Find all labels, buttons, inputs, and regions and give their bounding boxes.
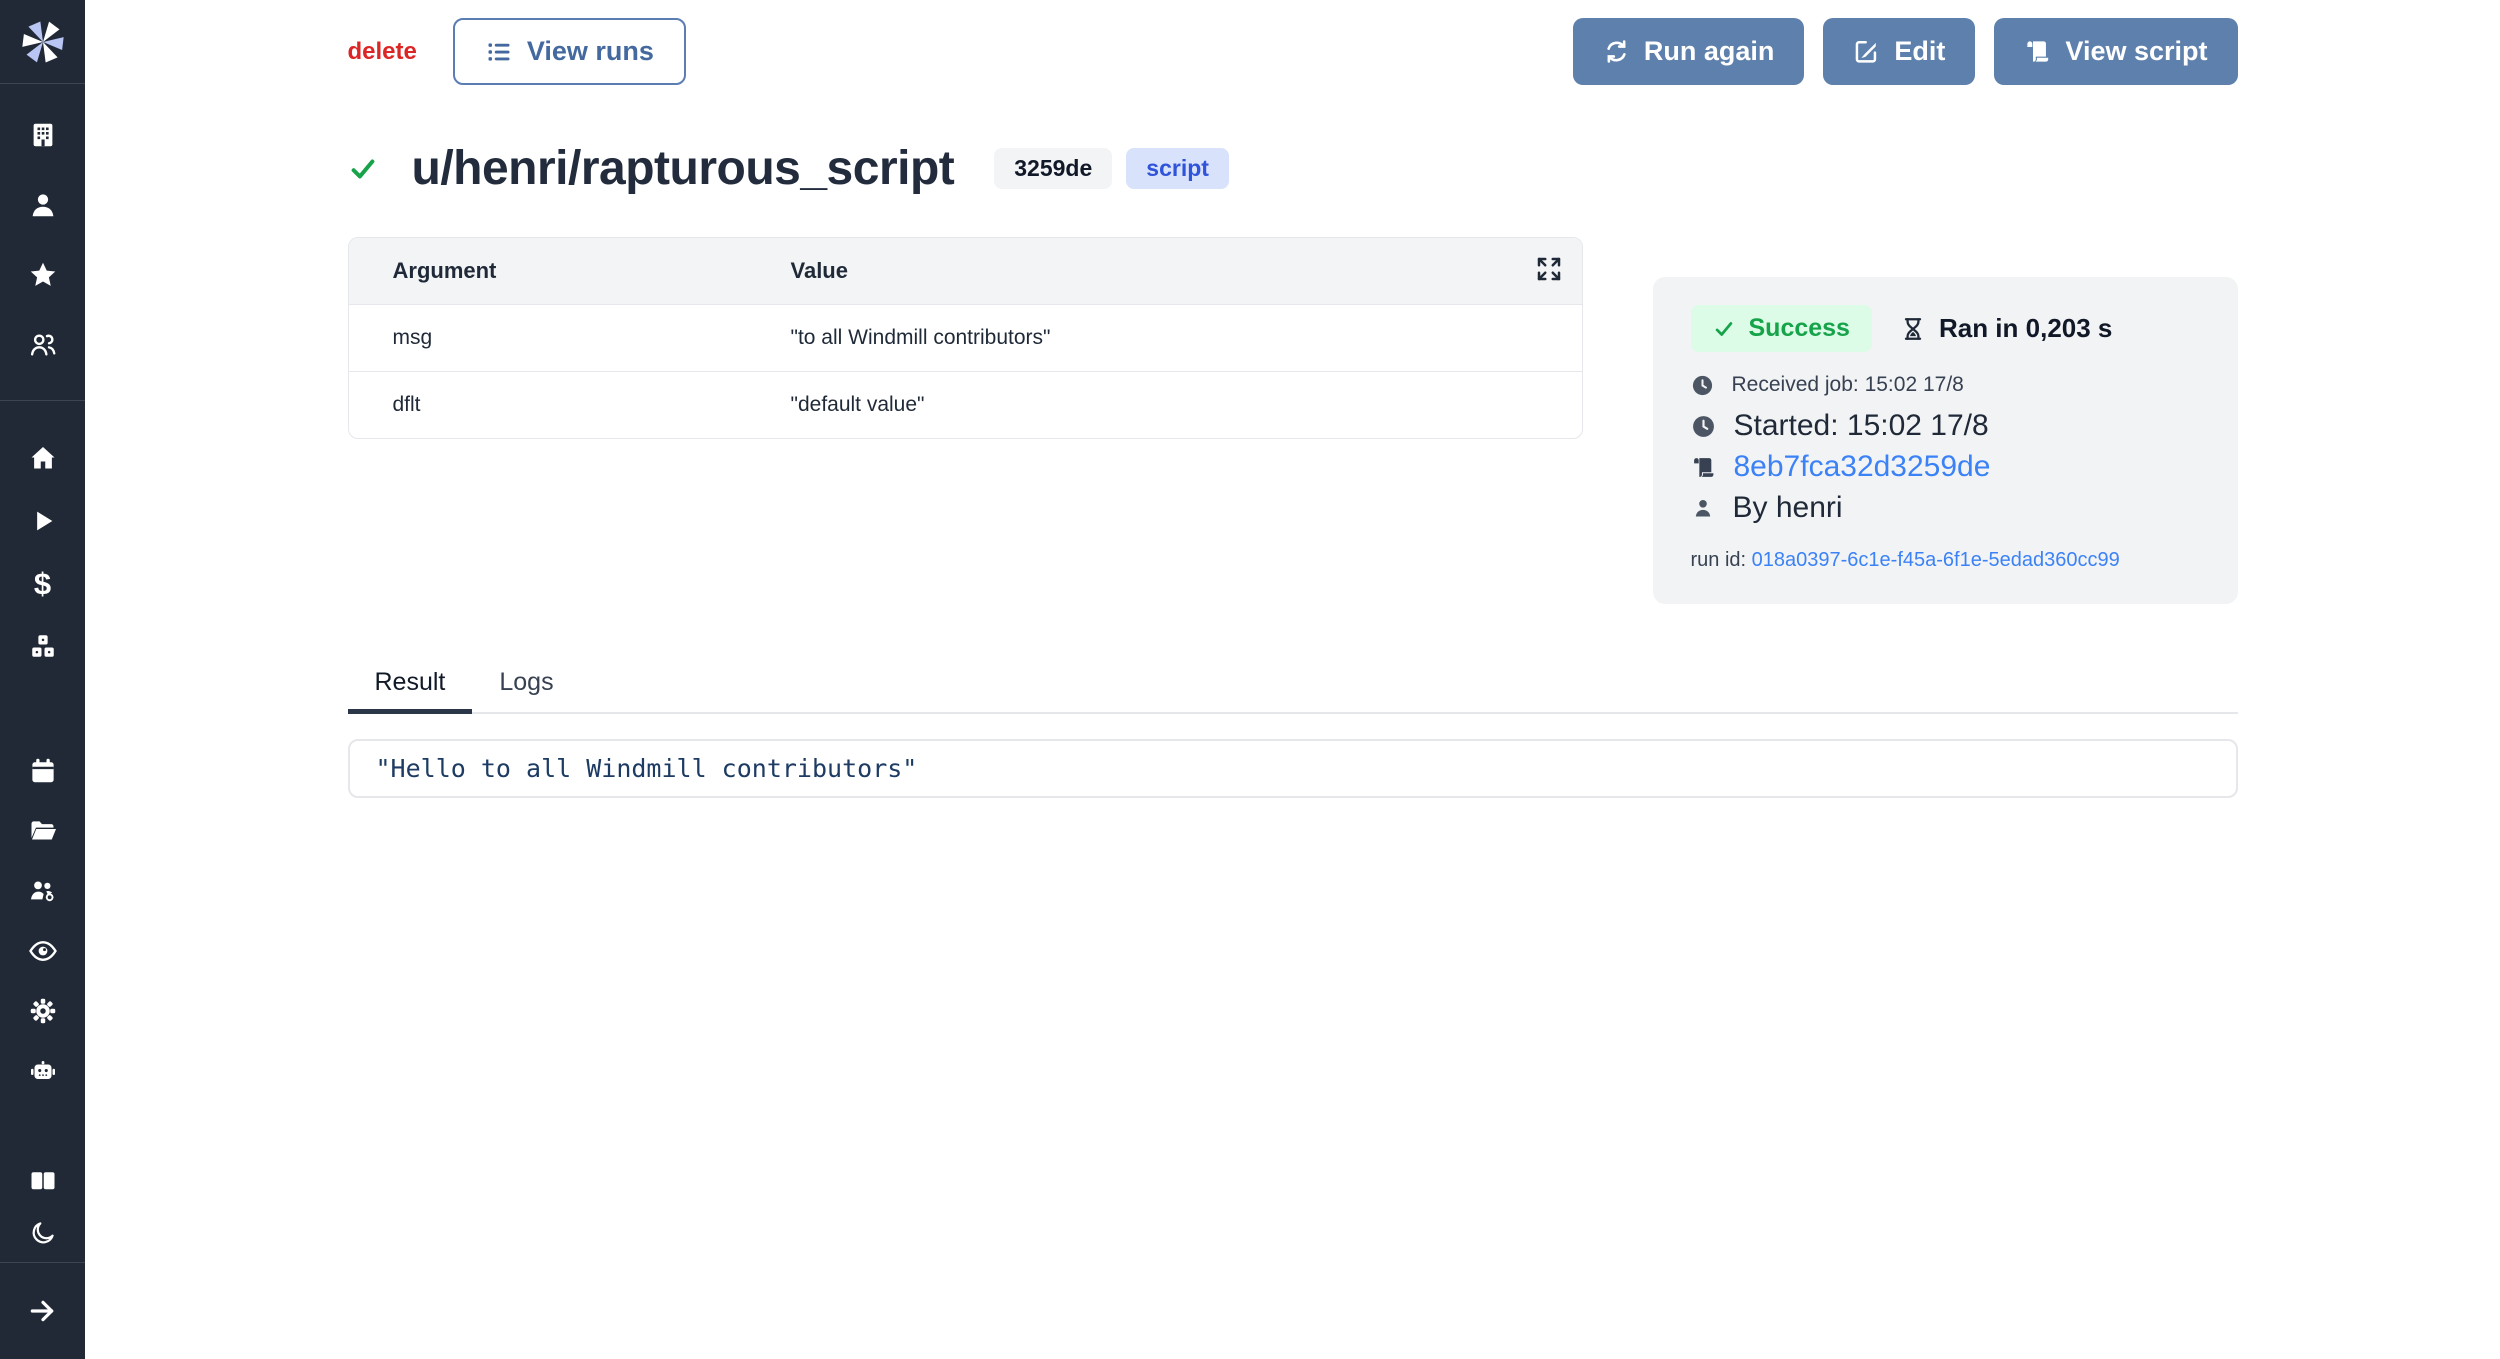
run-again-button[interactable]: Run again [1573,18,1805,85]
sidebar-item-docs[interactable] [28,1166,58,1196]
tab-logs[interactable]: Logs [472,668,580,712]
sidebar-item-workers[interactable] [28,1056,58,1086]
user-icon [28,190,58,220]
argument-name: dflt [349,372,747,439]
moon-icon [29,1219,57,1247]
page-title: u/henri/rapturous_script [412,141,955,196]
result-output: "Hello to all Windmill contributors" [348,739,2238,798]
edit-button[interactable]: Edit [1823,18,1975,85]
view-script-button[interactable]: View script [1994,18,2237,85]
users-icon [28,330,58,360]
sidebar-item-favorites[interactable] [28,260,58,290]
view-runs-button[interactable]: View runs [453,18,686,85]
app-window: $ [0,0,2500,1359]
building-icon [28,120,58,150]
sidebar-item-settings[interactable] [28,996,58,1026]
calendar-icon [28,756,58,786]
hourglass-icon [1900,316,1926,342]
run-id-label: run id: [1691,549,1747,571]
by-row: By henri [1691,491,2200,525]
clock-icon [1691,414,1716,439]
sidebar-item-home[interactable] [28,443,58,473]
argument-value: "default value" [747,372,1582,439]
check-icon [348,154,378,184]
expand-button[interactable] [1534,254,1564,290]
sidebar-group-admin [0,662,85,1086]
result-tabs: Result Logs [348,668,2238,714]
edit-icon [1853,38,1880,65]
started-row: Started: 15:02 17/8 [1691,409,2200,443]
delete-button[interactable]: delete [348,38,417,66]
check-icon [1713,318,1735,340]
person-icon [1691,496,1715,520]
expand-icon [1534,254,1564,284]
dollar-icon: $ [34,569,51,599]
job-hash-link[interactable]: 8eb7fca32d3259de [1734,450,1991,484]
sidebar-item-user[interactable] [28,190,58,220]
sidebar-item-groups[interactable] [28,876,58,906]
run-id-row: run id: 018a0397-6c1e-f45a-6f1e-5edad360… [1691,549,2200,572]
scroll-icon [1691,455,1716,480]
windmill-logo-icon [17,16,69,68]
home-icon [28,443,58,473]
refresh-icon [1603,38,1630,65]
arguments-table: Argument Value [348,237,1583,439]
star-icon [28,260,58,290]
arrow-right-icon [27,1295,59,1327]
table-header-row: Argument Value [349,238,1582,305]
status-badge: Success [1691,305,1872,352]
title-row: u/henri/rapturous_script 3259de script [348,141,2238,196]
status-panel: Success Ran in 0,203 s [1653,277,2238,604]
sidebar: $ [0,0,85,1359]
robot-icon [28,1056,58,1086]
argument-name: msg [349,305,747,372]
run-id-link[interactable]: 018a0397-6c1e-f45a-6f1e-5edad360cc99 [1752,549,2120,571]
script-type-badge: script [1126,148,1229,189]
sidebar-group-footer [0,1166,85,1262]
clock-icon [1691,374,1714,397]
table-row: dflt "default value" [349,372,1582,439]
sidebar-item-audit-logs[interactable] [28,936,58,966]
folder-icon [28,816,58,846]
sidebar-item-variables[interactable]: $ [28,569,58,599]
main-area: delete View runs [85,0,2500,1359]
table-row: msg "to all Windmill contributors" [349,305,1582,372]
columns: Argument Value [348,237,2238,604]
users-gear-icon [28,876,58,906]
topbar: delete View runs [348,18,2238,85]
run-again-label: Run again [1644,36,1775,67]
cubes-icon [28,632,58,662]
sidebar-item-users[interactable] [28,330,58,360]
sidebar-item-expand[interactable] [27,1263,59,1359]
received-job-row: Received job: 15:02 17/8 [1691,373,2200,397]
books-icon [28,1166,58,1196]
job-hash-row: 8eb7fca32d3259de [1691,450,2200,484]
sidebar-group-main: $ [0,401,85,662]
gear-icon [28,996,58,1026]
sidebar-item-logo[interactable] [0,0,85,84]
eye-icon [28,936,58,966]
view-script-label: View script [2065,36,2207,67]
list-icon [485,38,513,66]
scroll-icon [2024,38,2051,65]
edit-label: Edit [1894,36,1945,67]
sidebar-item-dark-mode[interactable] [28,1218,58,1248]
sidebar-item-runs[interactable] [28,506,58,536]
column-header-value: Value [791,258,848,283]
argument-value: "to all Windmill contributors" [747,305,1582,372]
tab-result[interactable]: Result [348,668,473,712]
column-header-argument: Argument [349,238,747,305]
sidebar-group-workspace [0,84,85,401]
hash-badge: 3259de [994,148,1112,189]
view-runs-label: View runs [527,36,654,67]
play-icon [29,507,57,535]
runtime: Ran in 0,203 s [1900,313,2112,344]
sidebar-item-workspace[interactable] [28,120,58,150]
sidebar-item-schedules[interactable] [28,756,58,786]
sidebar-item-resources[interactable] [28,632,58,662]
sidebar-item-folders[interactable] [28,816,58,846]
